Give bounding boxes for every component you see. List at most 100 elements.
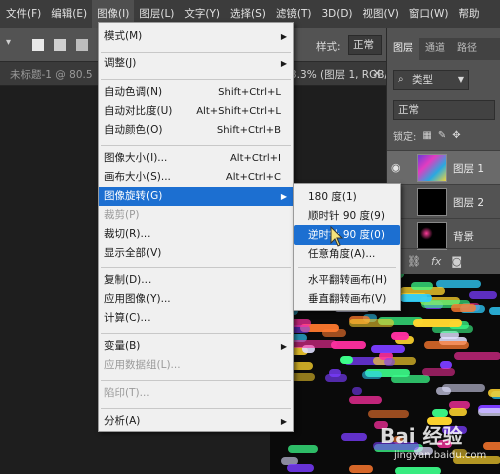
menu-view[interactable]: 视图(V) xyxy=(358,0,404,28)
light-streak xyxy=(287,464,314,472)
new-selection-icon[interactable] xyxy=(32,39,44,51)
menu-item-duplicate[interactable]: 复制(D)... xyxy=(99,271,293,290)
menu-separator xyxy=(101,380,291,381)
menu-item-calculations[interactable]: 计算(C)... xyxy=(99,309,293,328)
layer-row[interactable]: ◉ 背景 xyxy=(387,218,500,252)
menu-item-label: 模式(M) xyxy=(104,30,143,42)
subtract-selection-icon[interactable] xyxy=(76,39,88,51)
fx-icon[interactable]: fx xyxy=(431,255,441,268)
panel-bottom-bar: ⛓ fx ◙ xyxy=(387,248,500,274)
menu-item-trim[interactable]: 裁切(R)... xyxy=(99,225,293,244)
menu-item-rotate-180[interactable]: 180 度(1) xyxy=(294,187,400,207)
light-streak xyxy=(449,408,467,416)
menu-edit[interactable]: 编辑(E) xyxy=(46,0,92,28)
light-streak xyxy=(341,433,367,441)
menu-item-label: 复制(D)... xyxy=(104,274,152,286)
menu-item-analysis[interactable]: 分析(A) ▶ xyxy=(99,412,293,431)
menu-item-variables[interactable]: 变量(B) ▶ xyxy=(99,337,293,356)
menu-item-image-rotation[interactable]: 图像旋转(G) ▶ xyxy=(99,187,293,206)
blend-mode-select[interactable]: 正常 xyxy=(393,100,495,120)
layer-kind-value: 类型 xyxy=(412,74,433,86)
layer-thumbnail xyxy=(417,188,447,216)
search-icon: ⌕ xyxy=(398,74,404,85)
submenu-arrow-icon: ▶ xyxy=(280,192,287,201)
menu-item-auto-contrast[interactable]: 自动对比度(U) Alt+Shift+Ctrl+L xyxy=(99,102,293,121)
tool-preset-chevron-icon[interactable]: ▾ xyxy=(6,37,11,48)
style-select[interactable]: 正常 xyxy=(348,35,382,55)
light-streak xyxy=(413,319,462,327)
layer-name: 背景 xyxy=(453,231,474,243)
menu-item-canvas-size[interactable]: 画布大小(S)... Alt+Ctrl+C xyxy=(99,168,293,187)
menu-item-auto-color[interactable]: 自动颜色(O) Shift+Ctrl+B xyxy=(99,121,293,140)
light-streak xyxy=(432,409,448,417)
lock-brush-icon[interactable]: ✎ xyxy=(438,130,446,141)
style-label: 样式: xyxy=(316,41,341,53)
light-streak xyxy=(371,345,405,353)
image-rotation-submenu: 180 度(1) 顺时针 90 度(9) 逆时针 90 度(0) 任意角度(A)… xyxy=(293,183,401,311)
link-icon[interactable]: ⛓ xyxy=(407,255,421,268)
menu-item-adjust[interactable]: 调整(J) ▶ xyxy=(99,54,293,73)
layer-row[interactable]: ◉ 图层 1 xyxy=(387,150,500,184)
light-streak xyxy=(322,329,346,337)
light-streak xyxy=(362,371,382,379)
menu-file[interactable]: 文件(F) xyxy=(0,0,46,28)
add-selection-icon[interactable] xyxy=(54,39,66,51)
close-tab-icon[interactable]: × xyxy=(372,66,382,80)
submenu-arrow-icon: ▶ xyxy=(280,59,287,68)
menu-item-label: 自动色调(N) xyxy=(104,86,163,98)
layer-name: 图层 2 xyxy=(453,197,485,209)
menu-item-mode[interactable]: 模式(M) ▶ xyxy=(99,27,293,46)
light-streak xyxy=(349,396,382,404)
layers-panel: 图层 通道 路径 ⌕ 类型 ▼ 正常 锁定: ▦ ✎ ✥ ◉ 图层 1 ◉ 图层… xyxy=(386,28,500,274)
tab-channels[interactable]: 通道 xyxy=(419,38,451,60)
menu-item-label: 自动颜色(O) xyxy=(104,124,163,136)
layer-thumbnail xyxy=(417,222,447,250)
menu-item-reveal-all[interactable]: 显示全部(V) xyxy=(99,244,293,263)
tab-paths[interactable]: 路径 xyxy=(451,38,483,60)
menu-item-label: 调整(J) xyxy=(104,57,137,69)
menu-separator xyxy=(101,52,291,53)
light-streak xyxy=(290,340,337,348)
light-streak xyxy=(451,304,476,312)
menu-separator xyxy=(101,267,291,268)
lock-label: 锁定: xyxy=(393,131,417,143)
light-streak xyxy=(352,387,362,395)
light-streak xyxy=(489,307,500,315)
menu-3d[interactable]: 3D(D) xyxy=(316,0,357,28)
light-streak xyxy=(368,410,409,418)
menu-item-auto-tone[interactable]: 自动色调(N) Shift+Ctrl+L xyxy=(99,83,293,102)
menu-window[interactable]: 窗口(W) xyxy=(404,0,454,28)
menu-item-trap: 陷印(T)... xyxy=(99,384,293,403)
panel-tabs: 图层 通道 路径 xyxy=(387,38,500,60)
menu-item-rotate-90-cw[interactable]: 顺时针 90 度(9) xyxy=(294,206,400,226)
menu-item-label: 自动对比度(U) xyxy=(104,105,173,117)
light-streak xyxy=(400,294,432,302)
menu-item-label: 图像大小(I)... xyxy=(104,152,168,164)
lock-move-icon[interactable]: ✥ xyxy=(452,130,460,141)
menu-item-rotate-90-ccw[interactable]: 逆时针 90 度(0) xyxy=(294,225,400,245)
menu-item-shortcut: Alt+Ctrl+I xyxy=(229,153,281,164)
menu-item-rotate-arbitrary[interactable]: 任意角度(A)... xyxy=(294,244,400,264)
visibility-eye-icon[interactable]: ◉ xyxy=(391,161,401,174)
menu-item-label: 画布大小(S)... xyxy=(104,171,171,183)
menu-item-label: 裁剪(P) xyxy=(104,209,140,221)
menu-item-image-size[interactable]: 图像大小(I)... Alt+Ctrl+I xyxy=(99,149,293,168)
light-streak xyxy=(391,332,409,340)
mask-icon[interactable]: ◙ xyxy=(451,255,462,268)
menu-item-label: 图像旋转(G) xyxy=(104,190,163,202)
layer-kind-filter[interactable]: ⌕ 类型 ▼ xyxy=(393,70,469,90)
light-streak xyxy=(422,368,455,376)
menu-help[interactable]: 帮助 xyxy=(454,0,485,28)
lock-pixels-icon[interactable]: ▦ xyxy=(422,130,431,141)
image-menu-dropdown: 模式(M) ▶ 调整(J) ▶ 自动色调(N) Shift+Ctrl+L 自动对比度(… xyxy=(98,22,294,432)
menu-item-apply-image[interactable]: 应用图像(Y)... xyxy=(99,290,293,309)
chevron-down-icon: ▼ xyxy=(457,75,464,84)
submenu-arrow-icon: ▶ xyxy=(280,32,287,41)
menu-item-shortcut: Alt+Ctrl+C xyxy=(225,172,281,183)
menu-item-flip-vertical[interactable]: 垂直翻转画布(V) xyxy=(294,289,400,309)
light-streak xyxy=(454,352,500,360)
menu-item-flip-horizontal[interactable]: 水平翻转画布(H) xyxy=(294,270,400,290)
tab-layers[interactable]: 图层 xyxy=(387,38,419,60)
light-streak xyxy=(349,319,394,327)
layer-row[interactable]: ◉ 图层 2 xyxy=(387,184,500,218)
